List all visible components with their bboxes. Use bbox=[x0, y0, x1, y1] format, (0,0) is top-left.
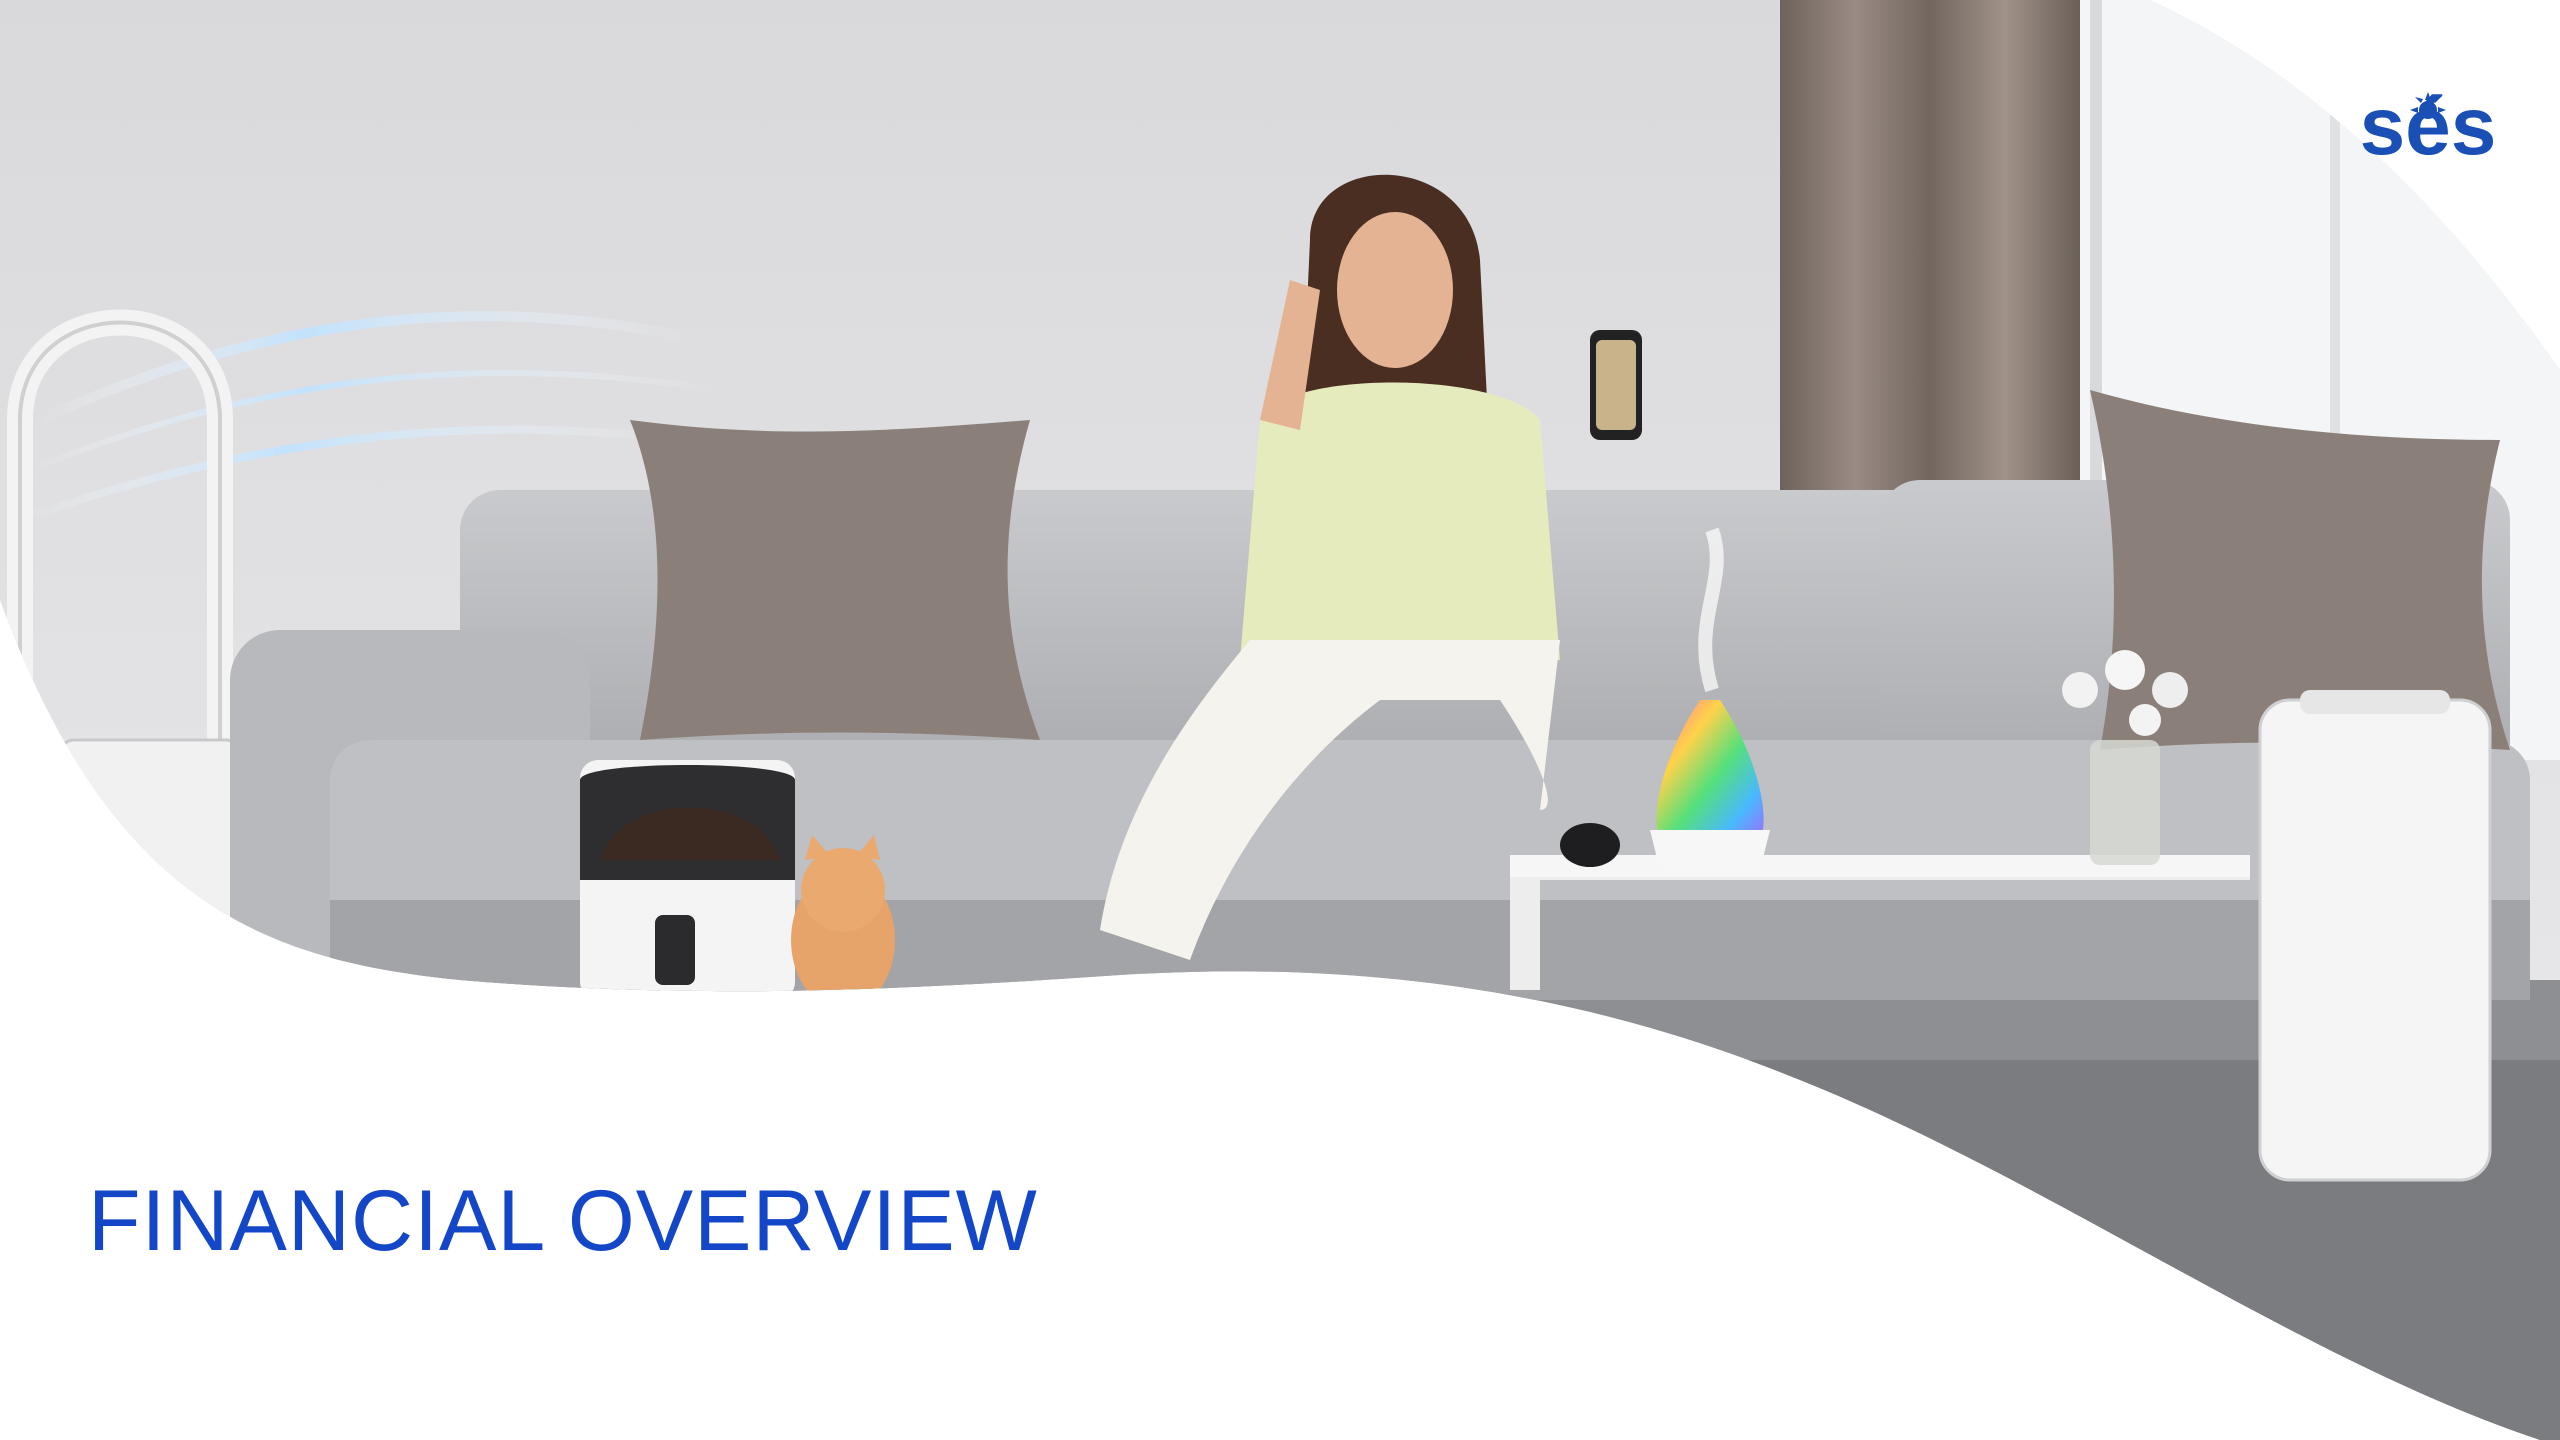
slide-title: FINANCIAL OVERVIEW bbox=[88, 1173, 1038, 1269]
logo-text: sés bbox=[2360, 81, 2497, 172]
ses-logo: sés bbox=[2360, 81, 2497, 172]
slide: sés FINANCIAL OVERVIEW bbox=[0, 0, 2560, 1440]
